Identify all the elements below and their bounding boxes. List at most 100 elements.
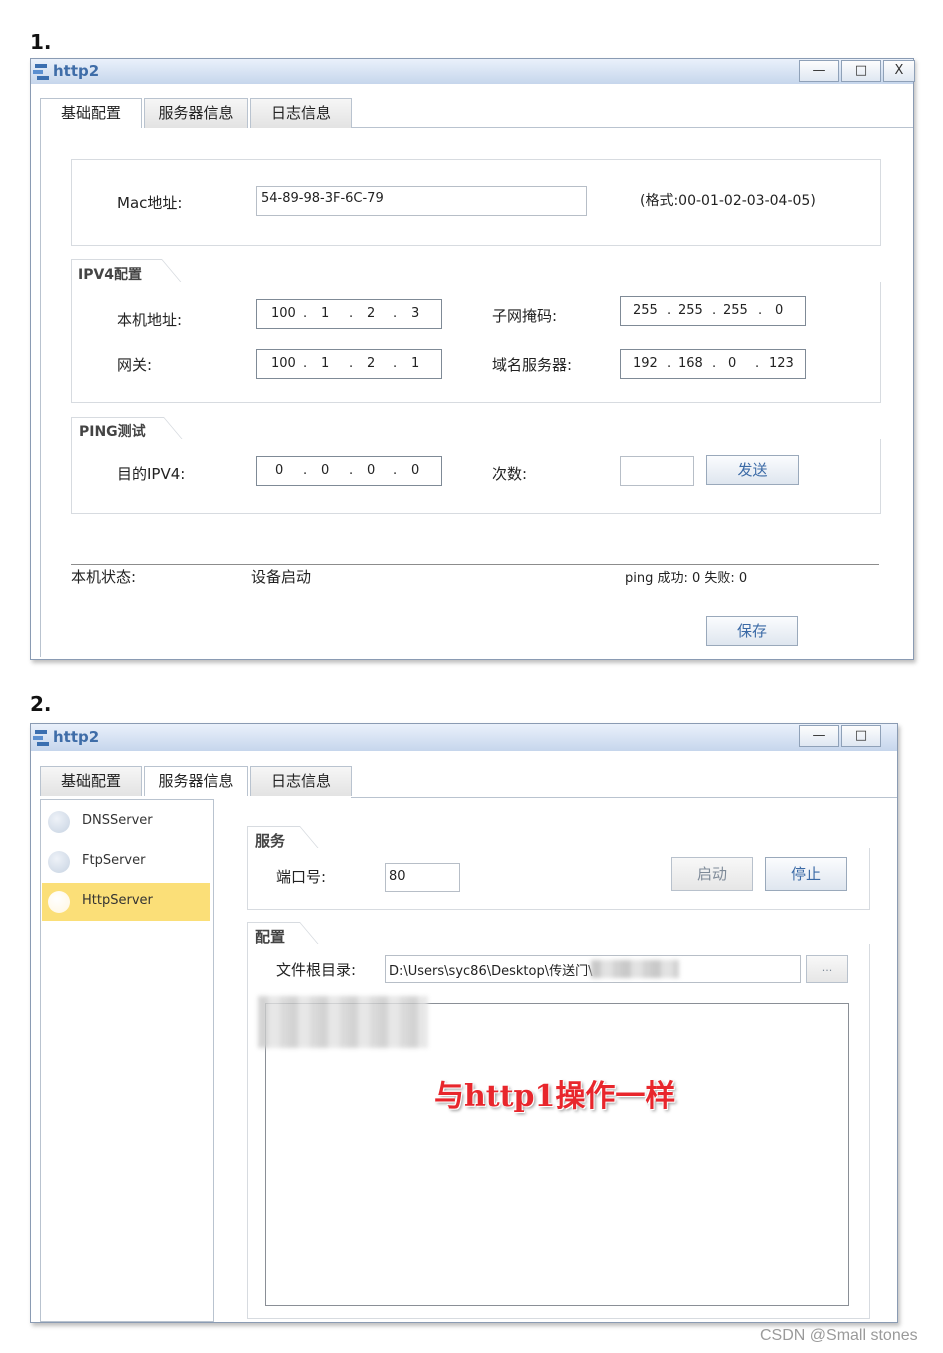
server-item-label: FtpServer [82, 853, 146, 868]
window-title: http2 [53, 62, 100, 80]
ping-target-label: 目的IPV4: [117, 465, 186, 483]
server-item-label: DNSServer [82, 813, 153, 828]
dns-server-label: 域名服务器: [492, 356, 573, 374]
ip-octet: 1 [321, 306, 330, 321]
redacted-content [258, 996, 428, 1048]
ip-octet: 100 [271, 356, 296, 371]
ip-octet: 100 [271, 306, 296, 321]
ip-octet: 0 [411, 463, 420, 478]
mac-panel: Mac地址: 54-89-98-3F-6C-79 (格式:00-01-02-03… [71, 159, 881, 246]
status-divider [71, 564, 879, 565]
ip-octet: 168 [678, 356, 703, 371]
tab-divider [351, 797, 897, 798]
tab-bar: 基础配置 服务器信息 日志信息 [31, 84, 913, 128]
annotation-note: 与http1操作一样 [434, 1079, 676, 1114]
app-icon [33, 730, 49, 746]
circle-icon [48, 811, 70, 833]
port-label: 端口号: [276, 868, 327, 886]
ping-count-label: 次数: [492, 465, 528, 483]
window-1: http2 — □ X 基础配置 服务器信息 日志信息 Mac地址: 54-89… [30, 58, 915, 660]
tab-server-info[interactable]: 服务器信息 [144, 98, 248, 128]
host-ip-label: 本机地址: [117, 311, 183, 329]
mac-format-hint: (格式:00-01-02-03-04-05) [640, 193, 816, 209]
port-value: 80 [389, 869, 406, 884]
list-divider [213, 799, 214, 1320]
ip-octet: 0 [321, 463, 330, 478]
ip-octet: 0 [775, 303, 784, 318]
server-item-dns[interactable]: DNSServer [42, 803, 210, 841]
tab-basic-config[interactable]: 基础配置 [40, 98, 142, 128]
window-2: http2 — □ 基础配置 服务器信息 日志信息 DNSServer FtpS… [30, 723, 898, 1323]
app-icon [33, 64, 49, 80]
step-1-label: 1. [30, 30, 52, 54]
minimize-button[interactable]: — [799, 60, 839, 82]
config-legend-slant [299, 922, 321, 946]
ipv4-legend: IPV4配置 [78, 267, 143, 283]
ip-octet: 0 [275, 463, 284, 478]
ipv4-panel: 本机地址: 100 . 1 . 2 . 3 子网掩码: 255 . 255 . … [71, 282, 881, 403]
stop-button[interactable]: 停止 [765, 857, 847, 891]
title-bar: http2 — □ X [31, 59, 915, 85]
file-list-area[interactable] [258, 996, 849, 1306]
root-dir-label: 文件根目录: [276, 961, 357, 979]
ip-octet: 123 [769, 356, 794, 371]
gateway-label: 网关: [117, 356, 153, 374]
circle-icon [48, 891, 70, 913]
ping-count-input[interactable] [620, 456, 694, 486]
mac-address-input[interactable]: 54-89-98-3F-6C-79 [256, 186, 587, 216]
root-dir-input[interactable]: D:\Users\syc86\Desktop\传送门\ [385, 955, 801, 983]
ip-octet: 1 [411, 356, 420, 371]
device-status-label: 本机状态: [71, 568, 137, 586]
tab-bar: 基础配置 服务器信息 日志信息 [31, 751, 897, 796]
ipv4-legend-slant [161, 259, 183, 283]
ip-octet: 255 [723, 303, 748, 318]
host-ip-input[interactable]: 100 . 1 . 2 . 3 [256, 299, 442, 329]
title-bar: http2 — □ [31, 724, 897, 752]
maximize-button[interactable]: □ [841, 60, 881, 82]
subnet-mask-input[interactable]: 255 . 255 . 255 . 0 [620, 296, 806, 326]
dns-server-input[interactable]: 192 . 168 . 0 . 123 [620, 349, 806, 379]
server-item-ftp[interactable]: FtpServer [42, 843, 210, 881]
ip-octet: 1 [321, 356, 330, 371]
tab-server-info[interactable]: 服务器信息 [144, 766, 248, 796]
mac-label: Mac地址: [117, 194, 183, 212]
ip-octet: 2 [367, 306, 376, 321]
ip-octet: 255 [633, 303, 658, 318]
ip-octet: 0 [367, 463, 376, 478]
port-input[interactable]: 80 [385, 863, 460, 892]
start-button[interactable]: 启动 [671, 857, 753, 891]
server-list: DNSServer FtpServer HttpServer [40, 799, 214, 1322]
server-item-label: HttpServer [82, 893, 153, 908]
ping-legend-slant [163, 417, 185, 441]
service-legend-slant [299, 826, 321, 850]
tab-divider [351, 127, 913, 128]
window-title: http2 [53, 728, 100, 746]
ip-octet: 3 [411, 306, 420, 321]
redacted-path [591, 960, 679, 978]
ping-target-input[interactable]: 0 . 0 . 0 . 0 [256, 456, 442, 486]
tab-log-info[interactable]: 日志信息 [250, 766, 352, 796]
send-button[interactable]: 发送 [706, 455, 799, 485]
ip-octet: 0 [728, 356, 737, 371]
tab-basic-config[interactable]: 基础配置 [40, 766, 142, 796]
maximize-button[interactable]: □ [841, 725, 881, 747]
content-border-left [40, 127, 41, 657]
ping-panel: 目的IPV4: 0 . 0 . 0 . 0 次数: 发送 [71, 439, 881, 514]
close-button[interactable]: X [883, 60, 915, 82]
ip-octet: 255 [678, 303, 703, 318]
server-item-http[interactable]: HttpServer [42, 883, 210, 921]
tab-log-info[interactable]: 日志信息 [250, 98, 352, 128]
circle-icon [48, 851, 70, 873]
device-status-value: 设备启动 [251, 568, 312, 586]
mac-address-value: 54-89-98-3F-6C-79 [261, 191, 384, 206]
root-dir-value: D:\Users\syc86\Desktop\传送门\ [389, 964, 593, 979]
ping-result: ping 成功: 0 失败: 0 [625, 571, 748, 586]
config-panel: 文件根目录: D:\Users\syc86\Desktop\传送门\ ... [247, 944, 870, 1319]
browse-button[interactable]: ... [806, 955, 848, 983]
subnet-mask-label: 子网掩码: [492, 307, 558, 325]
service-panel: 端口号: 80 启动 停止 [247, 848, 870, 910]
gateway-input[interactable]: 100 . 1 . 2 . 1 [256, 349, 442, 379]
minimize-button[interactable]: — [799, 725, 839, 747]
ip-octet: 2 [367, 356, 376, 371]
save-button[interactable]: 保存 [706, 616, 798, 646]
